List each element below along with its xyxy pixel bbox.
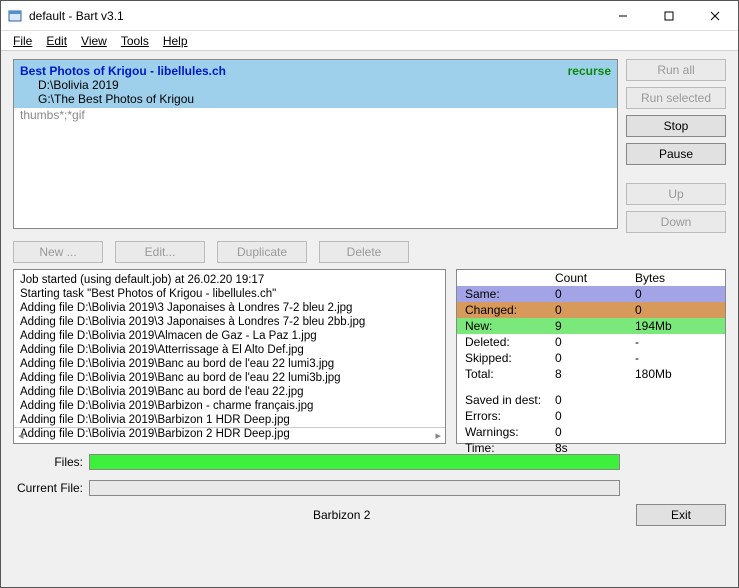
side-buttons: Run all Run selected Stop Pause Up Down — [626, 59, 726, 233]
log-line: Adding file D:\Bolivia 2019\3 Japonaises… — [20, 301, 439, 315]
menu-tools[interactable]: Tools — [115, 32, 155, 50]
stats-row: Total:8180Mb — [457, 366, 725, 382]
maximize-button[interactable] — [646, 1, 692, 31]
duplicate-task-button[interactable]: Duplicate — [217, 241, 307, 263]
stats-summary: Saved in dest:0Errors:0Warnings:0Time:8s — [457, 392, 725, 456]
scroll-left-icon[interactable]: ◂ — [18, 429, 24, 442]
task-buttons: New ... Edit... Duplicate Delete — [13, 241, 726, 263]
window-title: default - Bart v3.1 — [29, 9, 600, 23]
minimize-button[interactable] — [600, 1, 646, 31]
log-line: Adding file D:\Bolivia 2019\Banc au bord… — [20, 371, 439, 385]
menu-file[interactable]: File — [7, 32, 38, 50]
files-progress-bar — [89, 454, 620, 470]
run-selected-button[interactable]: Run selected — [626, 87, 726, 109]
run-all-button[interactable]: Run all — [626, 59, 726, 81]
down-button[interactable]: Down — [626, 211, 726, 233]
horizontal-scrollbar[interactable]: ◂ ▸ — [14, 427, 445, 443]
stats-header: Count Bytes — [457, 270, 725, 286]
stats-bytes-header: Bytes — [635, 271, 717, 285]
task-filter: thumbs*;*gif — [14, 108, 617, 122]
log-lines: Job started (using default.job) at 26.02… — [14, 270, 445, 444]
task-title: Best Photos of Krigou - libellules.ch — [20, 64, 611, 78]
log-line: Job started (using default.job) at 26.02… — [20, 273, 439, 287]
content-area: recurse Best Photos of Krigou - libellul… — [1, 51, 738, 587]
log-line: Adding file D:\Bolivia 2019\Barbizon - c… — [20, 399, 439, 413]
stats-rows: Same:00Changed:00New:9194MbDeleted:0-Ski… — [457, 286, 725, 382]
edit-task-button[interactable]: Edit... — [115, 241, 205, 263]
files-progress-fill — [90, 455, 619, 469]
new-task-button[interactable]: New ... — [13, 241, 103, 263]
stats-summary-row: Saved in dest:0 — [457, 392, 725, 408]
menu-view[interactable]: View — [75, 32, 113, 50]
task-dest-path: G:\The Best Photos of Krigou — [20, 92, 611, 106]
log-line: Adding file D:\Bolivia 2019\Banc au bord… — [20, 385, 439, 399]
stats-summary-row: Errors:0 — [457, 408, 725, 424]
stats-row: Skipped:0- — [457, 350, 725, 366]
delete-task-button[interactable]: Delete — [319, 241, 409, 263]
log-line: Adding file D:\Bolivia 2019\Banc au bord… — [20, 357, 439, 371]
menu-help[interactable]: Help — [157, 32, 194, 50]
files-progress-label: Files: — [13, 455, 83, 469]
current-file-name: Barbizon 2 — [313, 508, 370, 522]
task-source-path: D:\Bolivia 2019 — [20, 78, 611, 92]
task-item-selected[interactable]: recurse Best Photos of Krigou - libellul… — [14, 60, 617, 108]
stats-row: Changed:00 — [457, 302, 725, 318]
pause-button[interactable]: Pause — [626, 143, 726, 165]
stats-row: Deleted:0- — [457, 334, 725, 350]
app-window: default - Bart v3.1 File Edit View Tools… — [0, 0, 739, 588]
stats-panel: Count Bytes Same:00Changed:00New:9194MbD… — [456, 269, 726, 444]
app-icon — [7, 8, 23, 24]
scroll-right-icon[interactable]: ▸ — [435, 429, 441, 442]
log-line: Adding file D:\Bolivia 2019\3 Japonaises… — [20, 315, 439, 329]
current-file-progress-label: Current File: — [13, 481, 83, 495]
up-button[interactable]: Up — [626, 183, 726, 205]
titlebar: default - Bart v3.1 — [1, 1, 738, 31]
close-button[interactable] — [692, 1, 738, 31]
task-recurse-label: recurse — [568, 64, 611, 78]
log-line: Adding file D:\Bolivia 2019\Atterrissage… — [20, 343, 439, 357]
stats-summary-row: Warnings:0 — [457, 424, 725, 440]
log-panel[interactable]: Job started (using default.job) at 26.02… — [13, 269, 446, 444]
stop-button[interactable]: Stop — [626, 115, 726, 137]
exit-button[interactable]: Exit — [636, 504, 726, 526]
task-list[interactable]: recurse Best Photos of Krigou - libellul… — [13, 59, 618, 229]
stats-row: New:9194Mb — [457, 318, 725, 334]
window-controls — [600, 1, 738, 31]
menubar: File Edit View Tools Help — [1, 31, 738, 51]
menu-edit[interactable]: Edit — [40, 32, 73, 50]
stats-row: Same:00 — [457, 286, 725, 302]
log-line: Adding file D:\Bolivia 2019\Almacen de G… — [20, 329, 439, 343]
log-line: Adding file D:\Bolivia 2019\Barbizon 1 H… — [20, 413, 439, 427]
current-file-progress-bar — [89, 480, 620, 496]
log-line: Starting task "Best Photos of Krigou - l… — [20, 287, 439, 301]
stats-count-header: Count — [555, 271, 635, 285]
